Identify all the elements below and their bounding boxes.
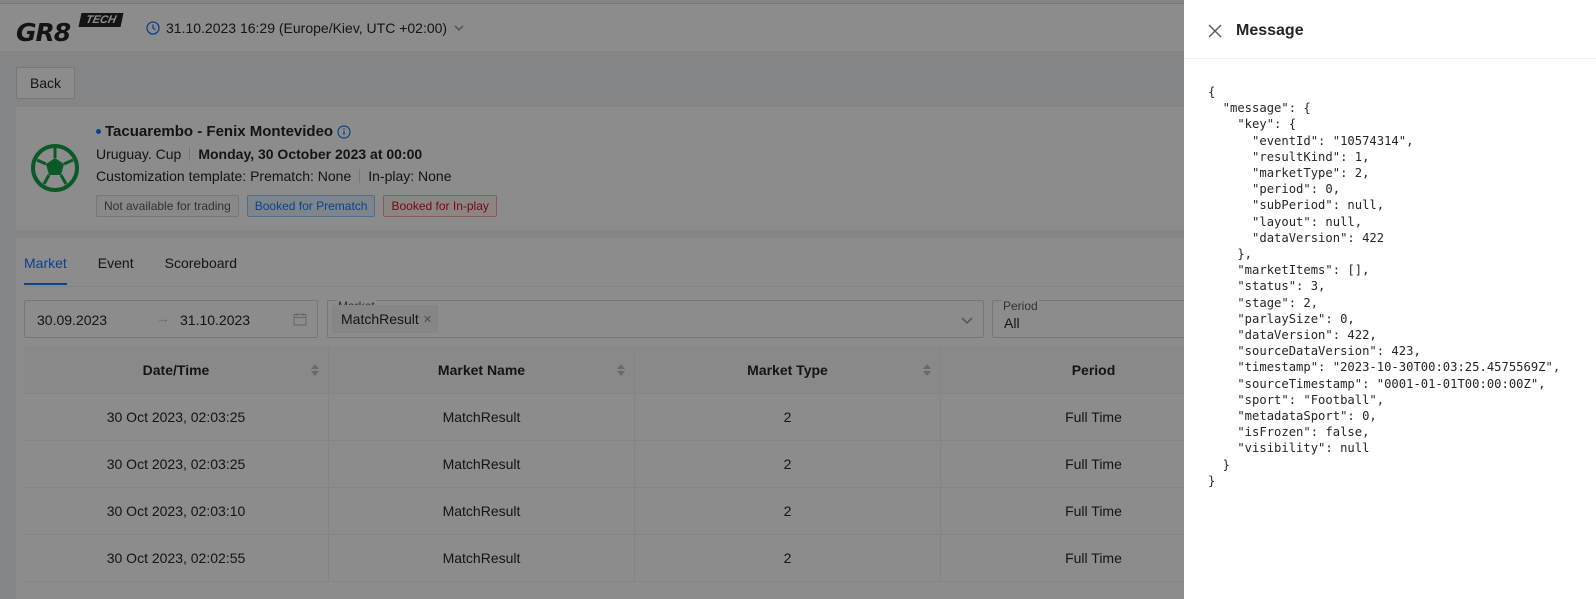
drawer-title: Message xyxy=(1236,22,1304,39)
drawer-header: Message xyxy=(1184,0,1596,59)
message-drawer: Message { "message": { "key": { "eventId… xyxy=(1184,0,1596,599)
message-json: { "message": { "key": { "eventId": "1057… xyxy=(1208,85,1561,488)
close-icon[interactable] xyxy=(1208,24,1222,38)
